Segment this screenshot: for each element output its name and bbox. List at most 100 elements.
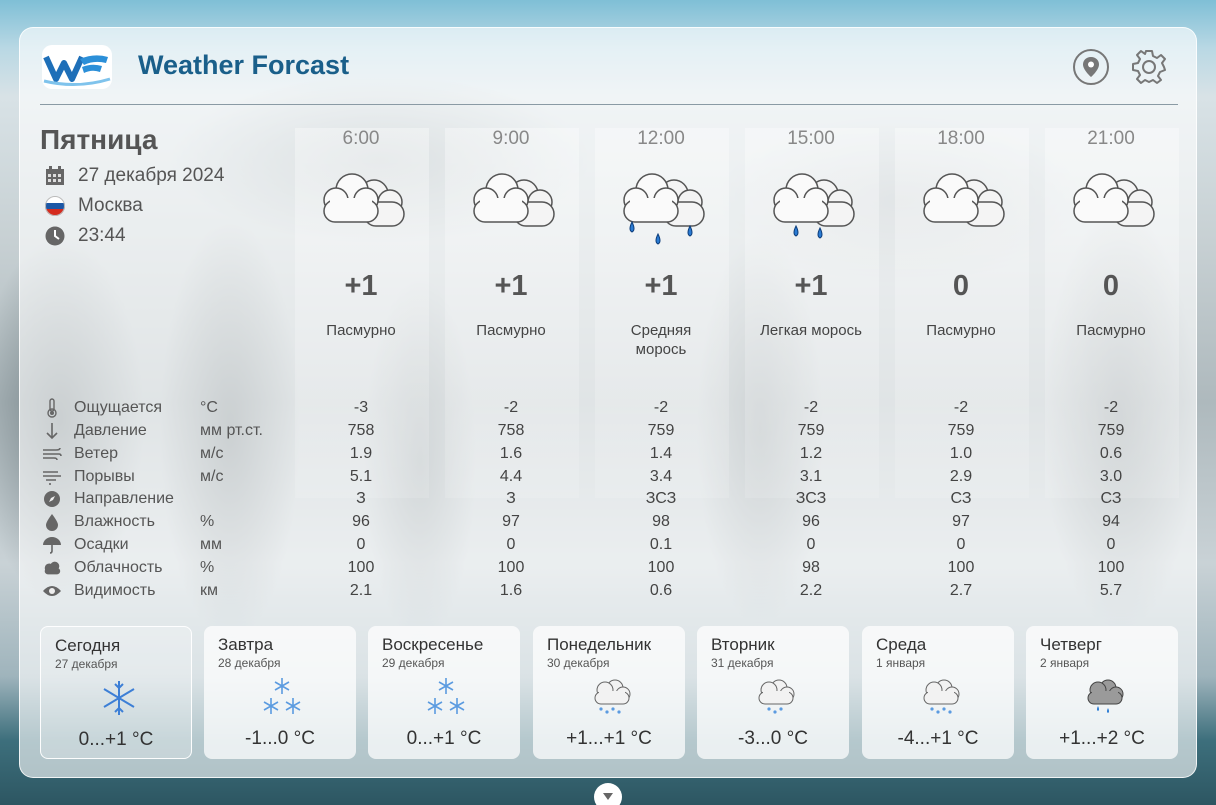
param-name: Ветер — [74, 445, 118, 462]
forecast-day[interactable]: Среда 1 января -4...+1 °C — [862, 626, 1014, 759]
param-value: 3.0 — [1099, 468, 1123, 485]
param-value: 0.6 — [1099, 445, 1123, 462]
forecast-day[interactable]: Четверг 2 января +1...+2 °C — [1026, 626, 1178, 759]
param-value: 1.9 — [349, 445, 373, 462]
param-value: 758 — [497, 422, 525, 439]
param-unit: % — [200, 559, 215, 576]
param-name: Облачность — [74, 559, 163, 576]
cloud-rain-icon — [1082, 676, 1126, 718]
cloudy-icon — [912, 164, 1010, 256]
param-value: ЗСЗ — [795, 490, 827, 507]
header: Weather Forcast — [20, 28, 1196, 106]
forecast-temperature: -4...+1 °C — [897, 728, 979, 749]
param-name: Направление — [74, 490, 174, 507]
param-value: 2.2 — [799, 582, 823, 599]
forecast-day[interactable]: Понедельник 30 декабря +1...+1 °C — [533, 626, 685, 759]
param-row-humidity: Влажность % — [42, 511, 300, 533]
hour-time: 21:00 — [1087, 128, 1135, 149]
param-row-feels-like: Ощущается °C — [42, 397, 300, 419]
forecast-day[interactable]: Воскресенье 29 декабря 0...+1 °C — [368, 626, 520, 759]
arrow-down-icon — [42, 421, 62, 441]
param-value: 759 — [1097, 422, 1125, 439]
param-row-cloudiness: Облачность % — [42, 557, 300, 579]
param-value: 0 — [506, 536, 516, 553]
gust-icon — [42, 467, 62, 487]
forecast-temperature: +1...+1 °C — [566, 728, 652, 749]
param-row-precipitation: Осадки мм — [42, 534, 300, 556]
param-value: 96 — [352, 513, 370, 530]
hour-condition: Пасмурно — [326, 322, 396, 339]
param-value: 3.1 — [799, 468, 823, 485]
param-row-pressure: Давление мм рт.ст. — [42, 420, 300, 442]
hour-temperature: +1 — [344, 270, 378, 302]
scroll-down-button[interactable] — [594, 783, 622, 805]
hour-time: 6:00 — [342, 128, 380, 149]
param-name: Влажность — [74, 513, 156, 530]
weather-panel: Weather Forcast Пятница 27 декабря 2024 … — [19, 27, 1197, 778]
forecast-date: 30 декабря — [547, 656, 610, 670]
eye-icon — [42, 581, 62, 601]
param-value: 3.4 — [649, 468, 673, 485]
param-value: 100 — [947, 559, 975, 576]
param-value: 759 — [947, 422, 975, 439]
param-name: Порывы — [74, 468, 135, 485]
param-value: 0.1 — [649, 536, 673, 553]
compass-icon — [42, 489, 62, 509]
param-unit: мм — [200, 536, 222, 553]
light-drizzle-icon — [762, 164, 860, 256]
gear-icon[interactable] — [1130, 48, 1168, 86]
forecast-day-name: Сегодня — [55, 636, 121, 655]
hour-time: 9:00 — [492, 128, 530, 149]
param-row-direction: Направление — [42, 488, 300, 510]
param-value: 1.0 — [949, 445, 973, 462]
param-value: 1.6 — [499, 582, 523, 599]
param-value: ЗСЗ — [645, 490, 677, 507]
snowflakes-icon — [260, 676, 304, 718]
hour-temperature: 0 — [952, 270, 970, 302]
param-value: З — [506, 490, 516, 507]
hour-temperature: 0 — [1102, 270, 1120, 302]
param-value: 2.1 — [349, 582, 373, 599]
forecast-temperature: 0...+1 °C — [78, 729, 154, 750]
param-value: -3 — [353, 399, 369, 416]
city-row: Москва — [44, 194, 143, 218]
map-pin-icon[interactable] — [1072, 48, 1110, 86]
app-logo[interactable] — [42, 45, 112, 89]
cloudy-icon — [1062, 164, 1160, 256]
param-value: 0.6 — [649, 582, 673, 599]
forecast-day[interactable]: Вторник 31 декабря -3...0 °C — [697, 626, 849, 759]
cloudy-icon — [312, 164, 410, 256]
param-unit: м/с — [200, 445, 224, 462]
param-value: 1.6 — [499, 445, 523, 462]
param-value: 2.9 — [949, 468, 973, 485]
hour-temperature: +1 — [794, 270, 828, 302]
forecast-day[interactable]: Завтра 28 декабря -1...0 °C — [204, 626, 356, 759]
hour-time: 12:00 — [637, 128, 685, 149]
forecast-day-name: Воскресенье — [382, 635, 484, 654]
forecast-date: 29 декабря — [382, 656, 445, 670]
hour-condition: Легкая морось — [760, 322, 862, 339]
forecast-temperature: -1...0 °C — [245, 728, 315, 749]
forecast-day-name: Понедельник — [547, 635, 652, 654]
param-name: Ощущается — [74, 399, 163, 416]
hour-condition: Средняя морось — [630, 322, 692, 358]
hour-condition: Пасмурно — [476, 322, 546, 339]
param-value: 94 — [1102, 513, 1120, 530]
droplet-icon — [42, 512, 62, 532]
forecast-date: 2 января — [1040, 656, 1090, 670]
param-value: 100 — [497, 559, 525, 576]
app-title: Weather Forcast — [138, 50, 350, 80]
hour-condition: Пасмурно — [926, 322, 996, 339]
cloudy-icon — [462, 164, 560, 256]
forecast-day-today[interactable]: Сегодня 27 декабря 0...+1 °C — [40, 626, 192, 759]
forecast-temperature: +1...+2 °C — [1059, 728, 1145, 749]
hour-time: 15:00 — [787, 128, 835, 149]
city-name: Москва — [78, 195, 143, 216]
param-value: 759 — [647, 422, 675, 439]
clock-icon — [44, 225, 66, 247]
param-value: 0 — [356, 536, 366, 553]
forecast-date: 1 января — [876, 656, 926, 670]
wind-icon — [42, 444, 62, 464]
param-value: 1.2 — [799, 445, 823, 462]
param-value: -2 — [803, 399, 819, 416]
